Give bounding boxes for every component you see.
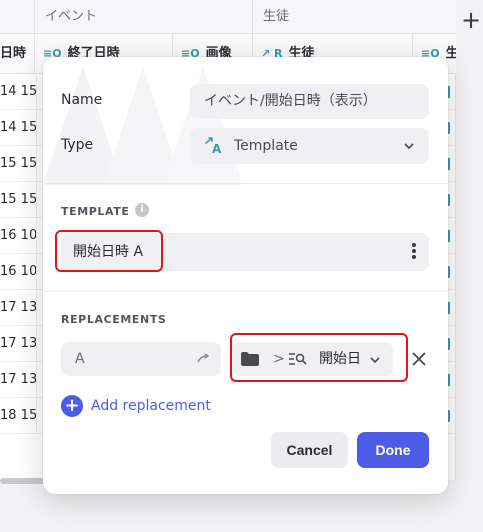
type-select[interactable]: A Template: [190, 128, 429, 164]
divider: [43, 183, 448, 184]
column-header-label: 日時: [0, 46, 27, 61]
group-header-student: 生徒: [252, 0, 456, 34]
cancel-button[interactable]: Cancel: [271, 432, 348, 468]
edit-column-dialog: Name イベント/開始日時（表示） Type A Template TEMPL…: [43, 57, 448, 494]
folder-icon: [241, 352, 259, 366]
info-icon[interactable]: i: [135, 203, 149, 217]
type-label: Type: [61, 137, 94, 153]
lookup-icon: [289, 353, 307, 365]
column-header-datetime[interactable]: 日時: [0, 34, 34, 74]
plus-circle-icon: +: [61, 395, 83, 417]
name-input[interactable]: イベント/開始日時（表示）: [190, 84, 429, 119]
path-separator: >: [273, 351, 285, 367]
watermark-shape: [43, 67, 243, 185]
table-cell: 17 13: [0, 336, 36, 351]
table-cell: 14 15: [0, 84, 36, 99]
template-editor[interactable]: 開始日時 A: [61, 233, 429, 271]
more-options-icon[interactable]: [411, 243, 417, 261]
table-cell: 15 15: [0, 156, 36, 171]
close-icon[interactable]: [409, 349, 429, 369]
replacement-key-input[interactable]: A: [61, 342, 221, 376]
replacement-value-select[interactable]: > 開始日: [233, 342, 393, 376]
table-cell: 14 15: [0, 120, 36, 135]
table-cell: 16 10: [0, 264, 36, 279]
template-section-title: TEMPLATE: [61, 205, 130, 218]
chevron-down-icon: [404, 143, 414, 150]
chevron-down-icon: [370, 357, 380, 364]
template-text: 開始日時 A: [73, 244, 144, 260]
table-cell: 15 15: [0, 192, 36, 207]
column-group-row: イベント 生徒: [0, 0, 456, 34]
table-cell: 16 10: [0, 228, 36, 243]
table-cell: 17 13: [0, 300, 36, 315]
add-column-icon[interactable]: +: [460, 6, 482, 34]
table-cell: 17 13: [0, 372, 36, 387]
replacement-value: 開始日: [319, 351, 361, 367]
add-replacement-label: Add replacement: [91, 398, 211, 414]
type-select-value: Template: [234, 138, 298, 154]
arrow-right-icon: [197, 353, 210, 363]
svg-text:A: A: [212, 142, 222, 155]
replacements-section-title: REPLACEMENTS: [61, 313, 167, 326]
group-header-event: イベント: [34, 0, 252, 34]
done-button[interactable]: Done: [357, 432, 429, 468]
template-type-icon: A: [205, 137, 222, 155]
divider: [43, 291, 448, 292]
replacement-key: A: [75, 351, 85, 367]
table-cell: 18 15: [0, 408, 36, 423]
column-header-label: 生: [446, 46, 456, 61]
name-label: Name: [61, 92, 103, 108]
